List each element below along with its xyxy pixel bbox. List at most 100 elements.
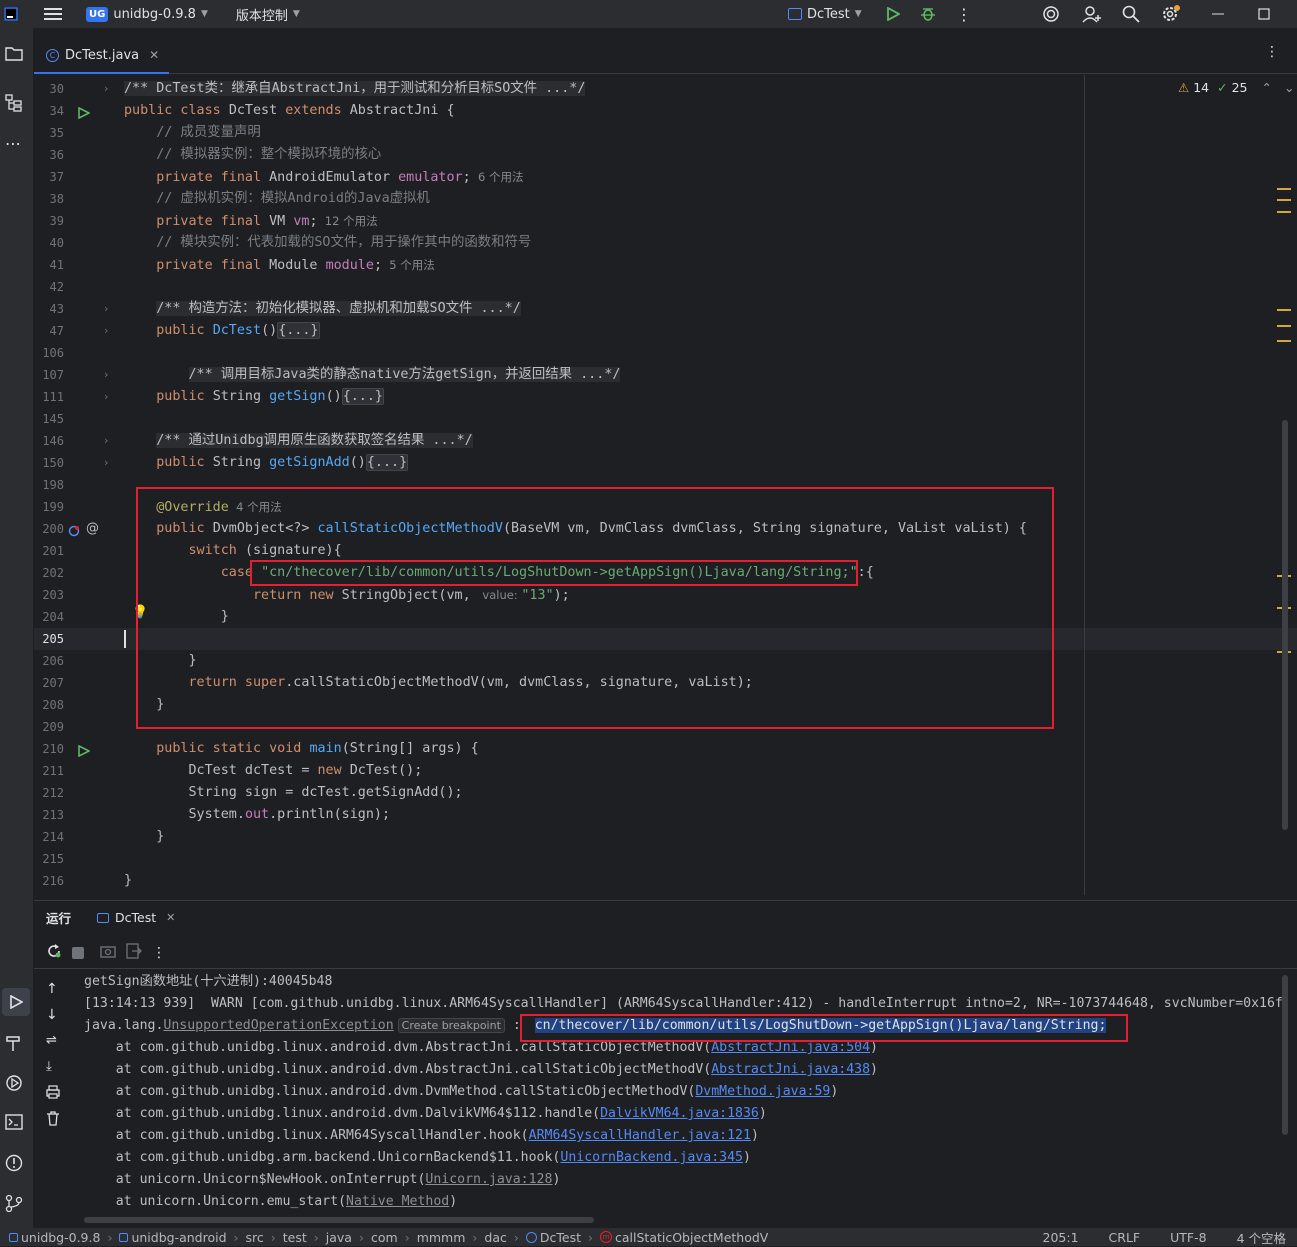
scroll-to-end-icon[interactable]: ⤓ (46, 1059, 52, 1074)
add-user-icon[interactable] (1076, 0, 1108, 28)
caret-position[interactable]: 205:1 (1038, 1230, 1084, 1245)
breadcrumb-item[interactable]: mmmm (412, 1230, 471, 1245)
chevron-down-icon: ▼ (854, 9, 862, 19)
settings-icon[interactable] (1155, 0, 1187, 28)
warning-stripe[interactable] (1277, 325, 1291, 327)
run-gutter-icon[interactable] (78, 105, 91, 120)
inspection-widget[interactable]: ⚠ 14 ✓ 25 ⌃ ⌄ (1178, 80, 1294, 95)
fold-expand-icon[interactable]: › (104, 298, 108, 320)
breadcrumb-label: java (325, 1229, 352, 1245)
fold-expand-icon[interactable]: › (104, 430, 108, 452)
override-icon[interactable] (68, 523, 80, 537)
tab-options-icon[interactable]: ⋮ (1265, 44, 1279, 60)
arrow-up-icon[interactable]: ↑ (46, 981, 58, 997)
minimize-icon[interactable] (1206, 0, 1230, 28)
source-link[interactable]: UnicornBackend.java:345 (560, 1150, 743, 1165)
warning-stripe[interactable] (1277, 199, 1291, 201)
breadcrumb-item[interactable]: test (278, 1230, 312, 1245)
console-output[interactable]: getSign函数地址(十六进制):40045b48 [13:14:13 939… (84, 971, 1297, 1217)
search-icon[interactable] (1116, 0, 1146, 28)
warning-stripe[interactable] (1277, 188, 1291, 190)
services-icon[interactable] (5, 1074, 23, 1096)
chevron-down-icon[interactable]: ⌄ (1284, 80, 1294, 95)
maximize-icon[interactable] (1252, 0, 1276, 28)
close-icon[interactable]: ✕ (149, 48, 159, 62)
console-scrollbar[interactable] (1282, 975, 1288, 1135)
more-actions-icon[interactable]: ⋮ (950, 0, 978, 28)
fold-expand-icon[interactable]: › (104, 364, 108, 386)
chevron-up-icon[interactable]: ⌃ (1262, 80, 1272, 95)
ai-assistant-icon[interactable] (1036, 0, 1066, 28)
line-separator[interactable]: CRLF (1104, 1230, 1146, 1245)
problems-icon[interactable] (5, 1154, 23, 1176)
editor-scrollbar[interactable] (1282, 420, 1288, 830)
trash-icon[interactable] (46, 1111, 60, 1130)
line-number: 111 (42, 390, 64, 404)
run-config-selector[interactable]: DcTest ▼ (782, 0, 868, 28)
rerun-icon[interactable] (46, 943, 62, 963)
code-token: // 成员变量声明 (124, 125, 261, 140)
print-icon[interactable] (46, 1085, 60, 1103)
project-selector[interactable]: UG unidbg-0.9.8 ▼ (80, 0, 214, 28)
arrow-down-icon[interactable]: ↓ (46, 1007, 58, 1023)
warning-stripe[interactable] (1277, 211, 1291, 213)
create-breakpoint-hint[interactable]: Create breakpoint (397, 1018, 505, 1033)
code-token: DvmObject<?> (212, 521, 318, 536)
warning-stripe[interactable] (1277, 309, 1291, 311)
breadcrumb-item[interactable]: dac (479, 1230, 511, 1245)
run-tab-dctest[interactable]: DcTest ✕ (97, 901, 175, 934)
fold-expand-icon[interactable]: › (104, 78, 108, 100)
source-link[interactable]: AbstractJni.java:438 (711, 1062, 870, 1077)
breadcrumb-item[interactable]: unidbg-android (114, 1230, 231, 1245)
tab-dctest-java[interactable]: C DcTest.java ✕ (34, 38, 170, 74)
line-number: 42 (49, 280, 64, 294)
source-link[interactable]: AbstractJni.java:504 (711, 1040, 870, 1055)
code-editor[interactable]: 30 › 34 35 36 37 38 39 40 41 42 43 › 47 › 106 107 › 111 › 14… (34, 75, 1297, 897)
git-icon[interactable] (5, 1194, 23, 1216)
build-icon[interactable] (5, 1034, 23, 1056)
terminal-icon[interactable] (5, 1114, 23, 1134)
main-menu-icon[interactable] (38, 0, 68, 28)
run-icon[interactable] (880, 0, 906, 28)
code-token: case (124, 565, 262, 580)
source-link[interactable]: DalvikVM64.java:1836 (600, 1106, 759, 1121)
debug-icon[interactable] (914, 0, 942, 28)
breadcrumb-item[interactable]: com (366, 1230, 403, 1245)
code-token: public (124, 521, 213, 536)
fold-expand-icon[interactable]: › (104, 320, 108, 342)
soft-wrap-icon[interactable]: ⇌ (46, 1033, 57, 1048)
vcs-menu[interactable]: 版本控制 ▼ (230, 0, 306, 28)
more-icon[interactable]: ⋮ (152, 945, 166, 961)
warning-stripe[interactable] (1277, 340, 1291, 342)
breadcrumb-item[interactable]: m callStaticObjectMethodV (595, 1230, 773, 1245)
exit-icon[interactable] (126, 942, 142, 963)
folder-icon[interactable] (5, 46, 23, 65)
run-tool-icon[interactable] (2, 988, 30, 1016)
app-logo-icon[interactable] (0, 0, 24, 28)
file-encoding[interactable]: UTF-8 (1165, 1230, 1211, 1245)
breadcrumb-item[interactable]: DcTest (521, 1230, 586, 1245)
more-tools-icon[interactable]: ⋯ (5, 134, 21, 153)
console-hscrollbar[interactable] (84, 1217, 594, 1223)
code-token: ; (373, 258, 382, 273)
source-link[interactable]: ARM64SyscallHandler.java:121 (529, 1128, 751, 1143)
structure-icon[interactable] (5, 94, 23, 116)
source-link[interactable]: Native Method (346, 1194, 449, 1209)
stack-trace-line: at com.github.unidbg.linux.android.dvm.A… (84, 1037, 1297, 1059)
annotation-icon[interactable]: @ (86, 518, 99, 540)
source-link[interactable]: Unicorn.java:128 (425, 1172, 552, 1187)
fold-expand-icon[interactable]: › (104, 386, 108, 408)
stop-icon[interactable] (72, 946, 84, 959)
indent-setting[interactable]: 4 个空格 (1232, 1228, 1291, 1247)
line-number: 215 (42, 852, 64, 866)
breadcrumb-item[interactable]: src (241, 1230, 269, 1245)
breadcrumb-item[interactable]: java (321, 1230, 357, 1245)
source-link[interactable]: DvmMethod.java:59 (695, 1084, 830, 1099)
fold-expand-icon[interactable]: › (104, 452, 108, 474)
run-gutter-icon[interactable] (78, 743, 91, 758)
screenshot-icon[interactable] (100, 944, 116, 962)
close-icon[interactable]: ✕ (166, 911, 175, 924)
exception-class-link[interactable]: UnsupportedOperationException (163, 1018, 393, 1033)
breadcrumb-item[interactable]: unidbg-0.9.8 (4, 1230, 105, 1245)
